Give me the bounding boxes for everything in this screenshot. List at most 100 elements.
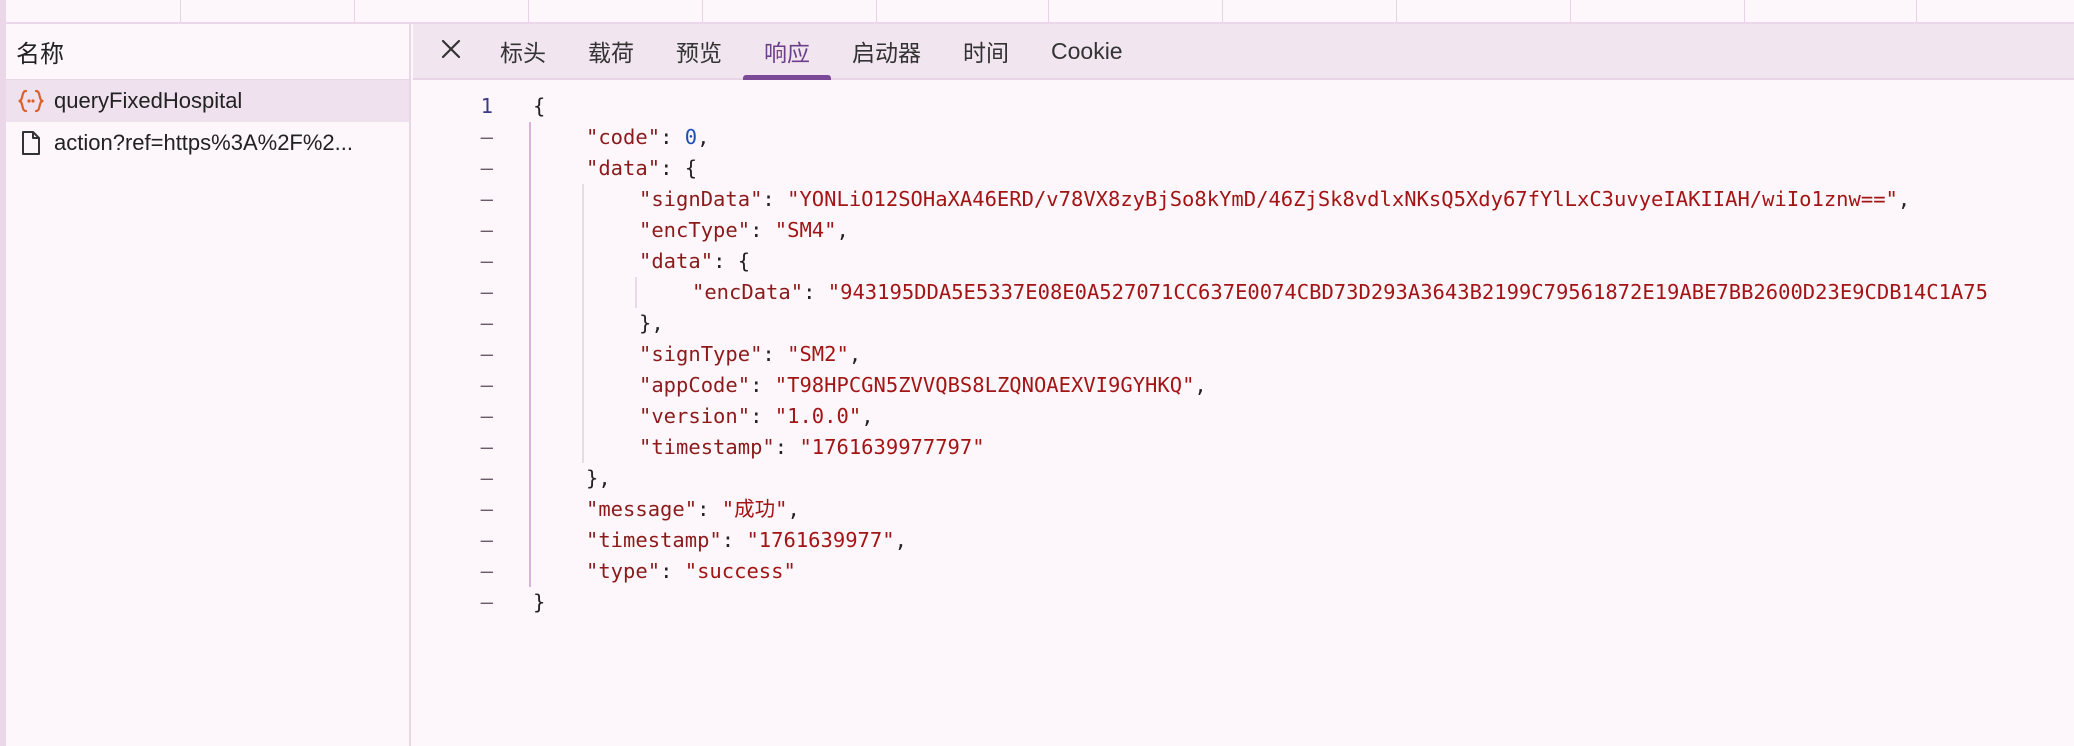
json-punctuation: },	[639, 311, 664, 335]
json-string: "1.0.0"	[774, 404, 862, 428]
code-line: {	[533, 91, 545, 122]
json-key: "encType"	[639, 218, 751, 242]
ruler-tick	[180, 0, 181, 22]
json-punctuation: ,	[1897, 187, 1911, 211]
json-punctuation: ,	[861, 404, 874, 428]
line-number: –	[480, 187, 493, 211]
line-number: –	[480, 373, 493, 397]
json-punctuation: ,	[697, 125, 710, 149]
tab-label: 载荷	[588, 40, 634, 66]
tab-label: 响应	[764, 40, 810, 66]
request-name: queryFixedHospital	[54, 88, 243, 113]
ruler-tick	[876, 0, 877, 22]
request-row-queryfixedhospital[interactable]: queryFixedHospital	[6, 80, 409, 122]
json-string: "1761639977797"	[799, 435, 985, 459]
json-string: "success"	[684, 559, 796, 583]
json-key: "type"	[586, 559, 661, 583]
json-punctuation: ,	[894, 528, 907, 552]
json-key: "data"	[586, 156, 661, 180]
ruler-tick	[702, 0, 703, 22]
code-line: "message": "成功",	[586, 494, 800, 525]
json-string: "1761639977"	[746, 528, 895, 552]
json-punctuation: {	[533, 94, 546, 118]
json-key: "version"	[639, 404, 751, 428]
json-key: "signData"	[639, 187, 763, 211]
tab-cookies[interactable]: Cookie	[1030, 24, 1144, 78]
code-line: "encData": "943195DDA5E5337E08E0A527071C…	[692, 277, 1988, 308]
indent-guide	[582, 184, 584, 463]
code-line: "encType": "SM4",	[639, 215, 849, 246]
timeline-ruler	[0, 0, 2074, 746]
json-punctuation: :	[660, 559, 685, 583]
name-column-header-label: 名称	[16, 41, 64, 68]
tab-preview[interactable]: 预览	[655, 24, 743, 78]
indent-guide	[529, 122, 531, 587]
line-number: –	[480, 466, 493, 490]
tab-label: Cookie	[1051, 37, 1123, 64]
code-lines: {"code": 0, "data": {"signData": "YONLiO1…	[529, 82, 2073, 746]
line-number: –	[480, 404, 493, 428]
request-details-panel: 标头 载荷 预览 响应 启动器 时间 Cookie 1 – – – – – – – – – – – – –…	[413, 24, 2074, 746]
json-key: "timestamp"	[639, 435, 775, 459]
code-line: "timestamp": "1761639977",	[586, 525, 907, 556]
code-line: "data": {	[586, 153, 697, 184]
code-line: "code": 0,	[586, 122, 709, 153]
tab-response[interactable]: 响应	[743, 24, 831, 80]
json-punctuation: :	[660, 125, 685, 149]
json-punctuation: :	[721, 528, 747, 552]
response-code-view[interactable]: 1– – – – – – – – – – – – – – – – {"code": 0, "data": {"s…	[413, 82, 2074, 746]
json-punctuation: }	[533, 590, 546, 614]
json-punctuation: : {	[713, 249, 751, 273]
tab-label: 时间	[963, 40, 1009, 66]
line-number: –	[480, 125, 493, 149]
tab-payload[interactable]: 载荷	[567, 24, 655, 78]
name-column-header[interactable]: 名称	[6, 24, 409, 80]
line-number: –	[480, 590, 493, 614]
code-line: }	[533, 587, 545, 618]
request-row-action[interactable]: action?ref=https%3A%2F%2...	[6, 122, 409, 164]
json-string: "SM2"	[787, 342, 849, 366]
close-details-button[interactable]	[423, 24, 479, 78]
json-key: "encData"	[692, 280, 804, 304]
json-punctuation: :	[750, 218, 775, 242]
code-line: "version": "1.0.0",	[639, 401, 874, 432]
code-line: },	[639, 308, 664, 339]
code-line: "data": {	[639, 246, 750, 277]
request-name: action?ref=https%3A%2F%2...	[54, 130, 353, 155]
ruler-tick	[1916, 0, 1917, 22]
code-line: "type": "success"	[586, 556, 796, 587]
line-number: –	[480, 435, 493, 459]
json-string: "T98HPCGN5ZVVQBS8LZQNOAEXVI9GYHKQ"	[774, 373, 1195, 397]
ruler-tick	[1048, 0, 1049, 22]
line-number: –	[480, 497, 493, 521]
line-number: –	[480, 218, 493, 242]
json-punctuation: :	[803, 280, 828, 304]
tab-label: 启动器	[852, 40, 921, 66]
ruler-tick	[354, 0, 355, 22]
json-key: "timestamp"	[586, 528, 722, 552]
tab-headers[interactable]: 标头	[479, 24, 567, 78]
json-punctuation: },	[586, 466, 611, 490]
json-number: 0	[684, 125, 698, 149]
json-punctuation: :	[762, 342, 788, 366]
json-string: "943195DDA5E5337E08E0A527071CC637E0074CB…	[827, 280, 1988, 304]
json-punctuation: :	[762, 187, 788, 211]
json-string: "成功"	[721, 497, 788, 521]
ruler-tick	[1396, 0, 1397, 22]
line-number: 1	[480, 94, 493, 118]
tab-initiator[interactable]: 启动器	[831, 24, 942, 78]
ruler-tick	[1570, 0, 1571, 22]
line-number: –	[480, 249, 493, 273]
json-punctuation: :	[750, 404, 775, 428]
request-list-panel: 名称 queryFixedHospital action?ref=https%3…	[6, 24, 411, 746]
line-number: –	[480, 342, 493, 366]
line-number: –	[480, 311, 493, 335]
line-number-gutter: 1 – – – – – – – – – – – – – – – –	[413, 82, 493, 746]
indent-guide	[635, 277, 637, 308]
tab-timing[interactable]: 时间	[942, 24, 1030, 78]
line-number: –	[480, 280, 493, 304]
close-icon	[439, 37, 463, 66]
line-number: –	[480, 528, 493, 552]
code-line: "signData": "YONLiO12SOHaXA46ERD/v78VX8z…	[639, 184, 1910, 215]
json-punctuation: ,	[836, 218, 849, 242]
